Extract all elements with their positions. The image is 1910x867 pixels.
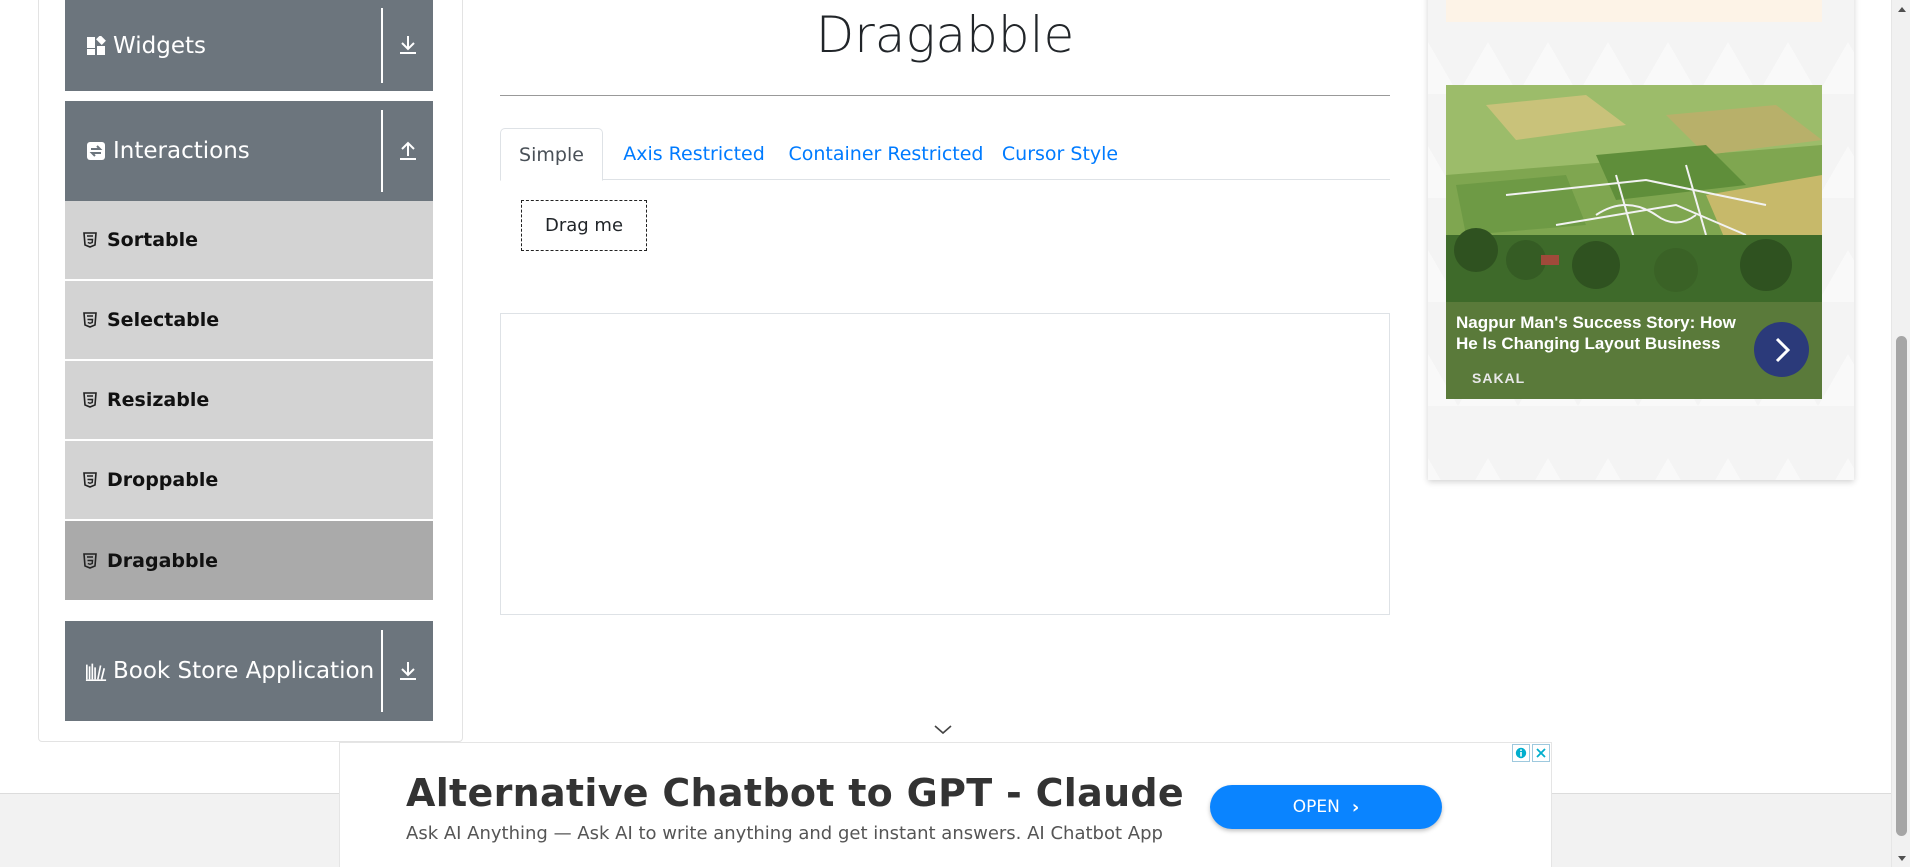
scrollbar-thumb[interactable] [1896, 336, 1907, 836]
chevron-right-icon[interactable] [1754, 322, 1809, 377]
ad-headline[interactable]: Nagpur Man's Success Story: How He Is Ch… [1456, 312, 1746, 354]
sidebar-group-interactions[interactable]: Interactions [65, 101, 433, 201]
html5-icon [83, 472, 97, 488]
right-advertisement[interactable]: Nagpur Man's Success Story: How He Is Ch… [1428, 0, 1854, 480]
ad-title[interactable]: Alternative Chatbot to GPT - Claude [406, 771, 1184, 815]
vertical-scrollbar[interactable] [1891, 0, 1910, 867]
page-title: Dragabble [815, 6, 1075, 64]
ad-source: SAKAL [1472, 370, 1526, 386]
download-icon[interactable] [381, 630, 433, 712]
upload-icon[interactable] [381, 110, 433, 192]
close-icon[interactable] [1532, 744, 1550, 762]
sidebar-item-selectable[interactable]: Selectable [65, 281, 433, 360]
sidebar-group-title: Interactions [113, 138, 250, 164]
interactions-icon [85, 140, 107, 162]
info-icon[interactable] [1512, 744, 1530, 762]
sidebar-item-sortable[interactable]: Sortable [65, 201, 433, 280]
html5-icon [83, 312, 97, 328]
tab-axis-restricted[interactable]: Axis Restricted [613, 128, 775, 180]
ad-open-button[interactable]: OPEN › [1210, 785, 1442, 829]
ad-open-label: OPEN [1292, 797, 1340, 817]
sidebar-group-widgets[interactable]: Widgets [65, 0, 433, 91]
sidebar-item-label: Selectable [107, 309, 220, 331]
title-divider [500, 95, 1390, 96]
sidebar-item-label: Droppable [107, 469, 219, 491]
bottom-advertisement[interactable]: Alternative Chatbot to GPT - Claude Ask … [339, 742, 1552, 867]
sidebar-group-book-store[interactable]: Book Store Application [65, 621, 433, 721]
ad-caption[interactable]: Nagpur Man's Success Story: How He Is Ch… [1446, 302, 1822, 399]
book-store-icon [85, 660, 107, 682]
download-icon[interactable] [381, 8, 433, 83]
widgets-icon [85, 35, 107, 57]
html5-icon [83, 232, 97, 248]
sidebar-item-dragabble[interactable]: Dragabble [65, 521, 433, 601]
content-panel [500, 313, 1390, 615]
tab-container-restricted[interactable]: Container Restricted [786, 128, 986, 180]
scroll-up-icon[interactable] [1892, 0, 1910, 17]
page-viewport: Widgets Interactions Sortable Selectable… [0, 0, 1891, 867]
sidebar-group-title: Book Store Application [113, 658, 375, 684]
sidebar-item-label: Sortable [107, 229, 199, 251]
html5-icon [83, 392, 97, 408]
sidebar-item-droppable[interactable]: Droppable [65, 441, 433, 520]
ad-choices[interactable] [1512, 744, 1552, 762]
tabs-bar: Simple Axis Restricted Container Restric… [500, 128, 1390, 181]
chevron-right-icon: › [1351, 796, 1360, 818]
chevron-down-icon[interactable] [932, 722, 954, 738]
ad-landscape-image[interactable] [1446, 85, 1822, 302]
scroll-down-icon[interactable] [1892, 850, 1910, 867]
tab-simple[interactable]: Simple [500, 128, 603, 181]
ad-top-strip [1446, 0, 1822, 22]
ad-subtitle: Ask AI Anything — Ask AI to write anythi… [406, 823, 1163, 844]
html5-icon [83, 552, 97, 569]
sidebar-item-resizable[interactable]: Resizable [65, 361, 433, 440]
sidebar-item-label: Resizable [107, 389, 210, 411]
sidebar-group-title: Widgets [113, 32, 206, 59]
sidebar-item-label: Dragabble [107, 549, 218, 572]
drag-me-box[interactable]: Drag me [521, 200, 647, 251]
tab-cursor-style[interactable]: Cursor Style [996, 128, 1124, 180]
